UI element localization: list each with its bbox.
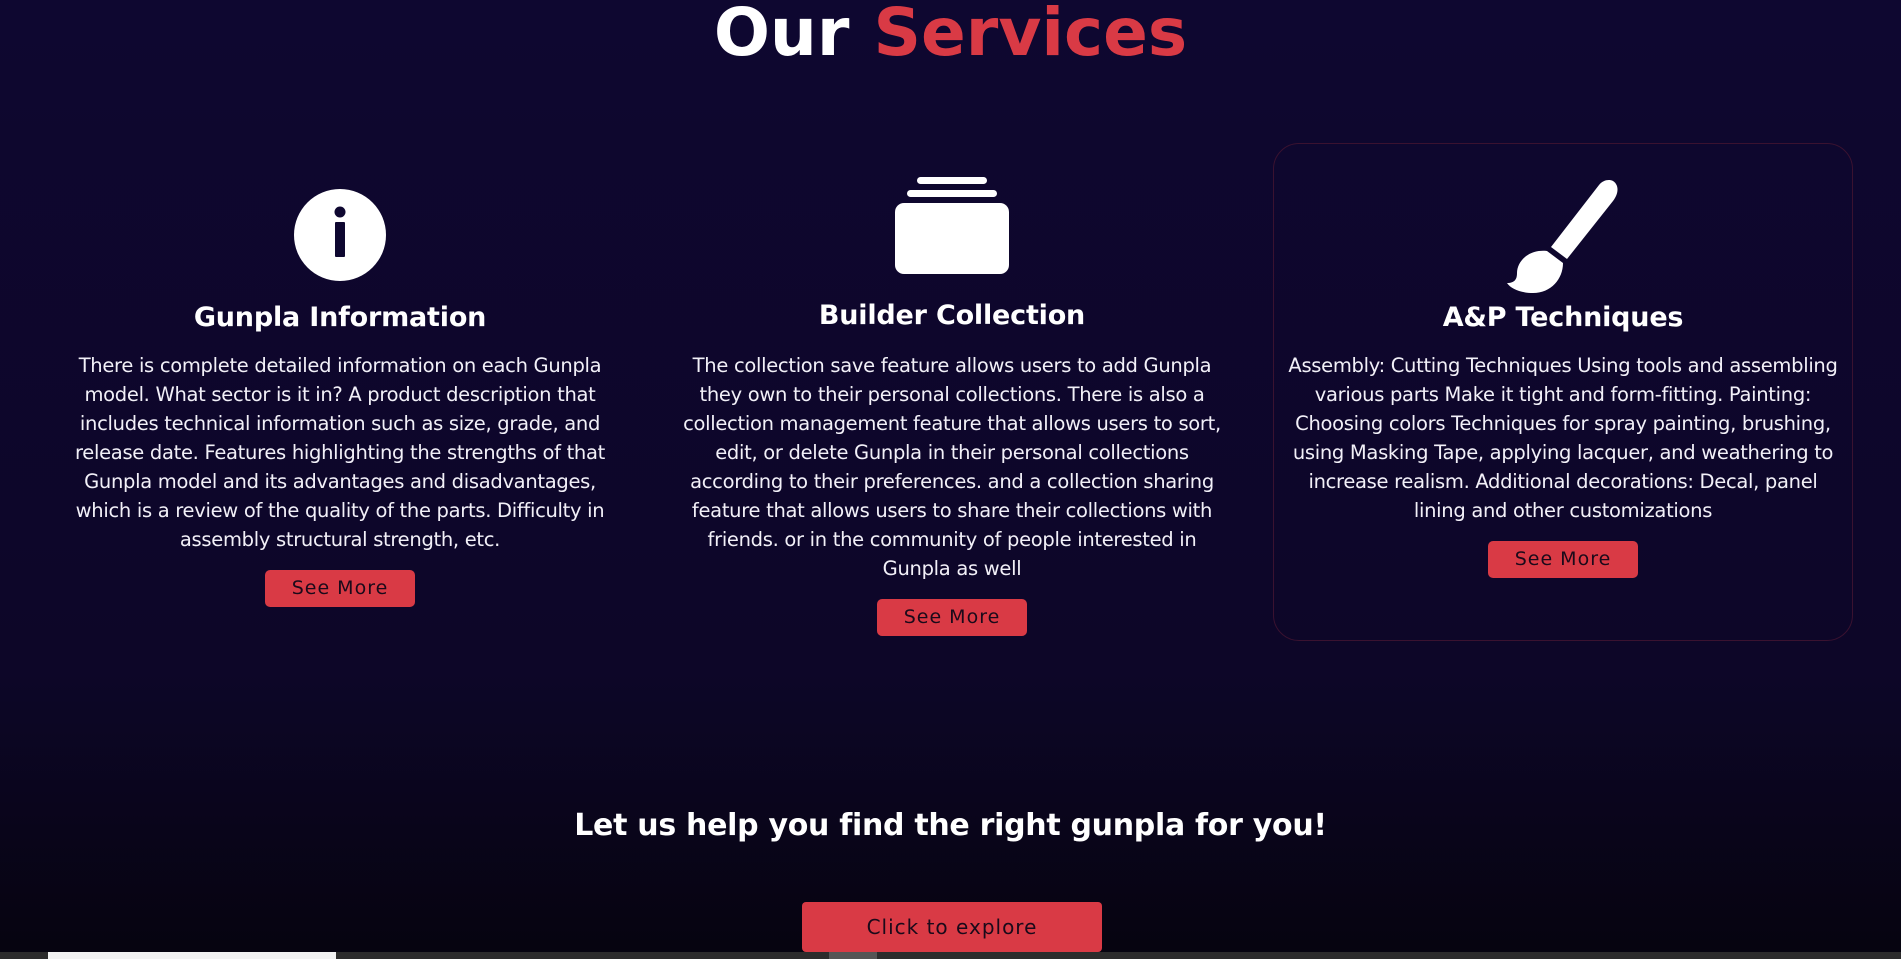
- see-more-button[interactable]: See More: [265, 570, 415, 607]
- paint-brush-icon: [1274, 176, 1852, 296]
- section-title-word-services: Services: [873, 0, 1188, 71]
- click-to-explore-button[interactable]: Click to explore: [802, 902, 1102, 952]
- taskbar-strip: [0, 952, 1901, 959]
- service-card-gunpla-information: Gunpla Information There is complete det…: [60, 170, 620, 640]
- card-title: Gunpla Information: [193, 302, 487, 333]
- section-title-word-our: Our: [713, 0, 850, 71]
- card-description: Assembly: Cutting Techniques Using tools…: [1288, 354, 1838, 522]
- card-description: The collection save feature allows users…: [683, 354, 1221, 580]
- service-card-ap-techniques: A&P Techniques Assembly: Cutting Techniq…: [1273, 143, 1853, 641]
- see-more-button[interactable]: See More: [1488, 541, 1638, 578]
- services-page: Our Services Gunpla Information There is …: [0, 0, 1901, 959]
- card-title: Builder Collection: [818, 300, 1086, 331]
- card-title: A&P Techniques: [1442, 302, 1684, 333]
- info-circle-icon: [60, 187, 620, 283]
- section-title: Our Services: [0, 0, 1901, 72]
- card-description: There is complete detailed information o…: [75, 354, 605, 551]
- cta-heading: Let us help you find the right gunpla fo…: [574, 808, 1327, 843]
- see-more-button[interactable]: See More: [877, 599, 1027, 636]
- taskbar-scroll-segment[interactable]: [829, 952, 877, 959]
- collection-box-icon: [672, 166, 1232, 284]
- taskbar-search-segment[interactable]: [48, 952, 336, 959]
- service-card-builder-collection: Builder Collection The collection save f…: [672, 150, 1232, 640]
